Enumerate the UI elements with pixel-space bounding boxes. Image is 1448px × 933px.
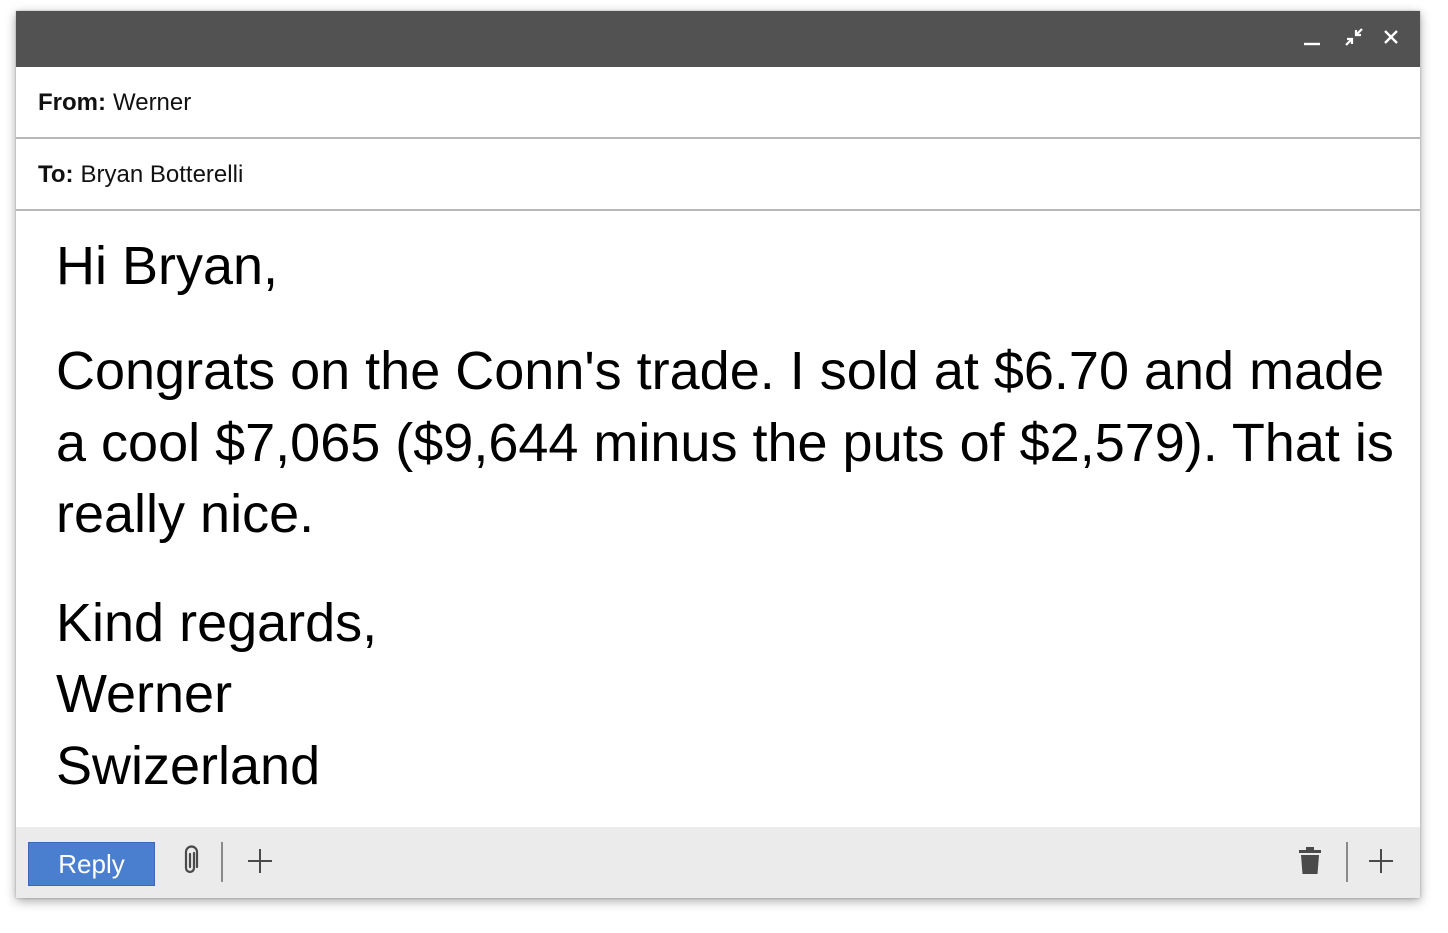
message-closing: Kind regards,	[56, 593, 378, 654]
close-icon	[1380, 26, 1402, 53]
message-greeting: Hi Bryan,	[56, 236, 279, 296]
to-value: Bryan Botterelli	[80, 161, 244, 188]
signature-name: Werner	[56, 664, 233, 725]
from-row: From: Werner	[16, 69, 1420, 139]
title-bar	[16, 11, 1420, 67]
compose-toolbar: Reply	[16, 827, 1420, 898]
to-row[interactable]: To: Bryan Botterelli	[16, 141, 1420, 211]
more-options-button[interactable]	[1363, 845, 1399, 881]
close-button[interactable]	[1377, 25, 1405, 53]
minimize-button[interactable]	[1298, 25, 1326, 53]
plus-icon	[246, 847, 274, 880]
message-body[interactable]: Hi Bryan, Congrats on the Conn's trade. …	[56, 231, 1396, 802]
to-label: To:	[38, 161, 74, 188]
reply-button[interactable]: Reply	[28, 842, 155, 886]
trash-icon	[1298, 846, 1322, 880]
paperclip-icon	[179, 844, 203, 882]
plus-icon	[1367, 847, 1395, 880]
minimize-icon	[1301, 26, 1323, 53]
from-label: From:	[38, 89, 106, 116]
signature-location: Swizerland	[56, 735, 321, 796]
collapse-arrows-icon	[1343, 26, 1365, 53]
toolbar-divider	[221, 842, 223, 882]
insert-more-button[interactable]	[242, 845, 278, 881]
from-value: Werner	[113, 89, 192, 116]
message-paragraph: Congrats on the Conn's trade. I sold at …	[56, 341, 1394, 544]
email-window: From: Werner To: Bryan Botterelli Hi Bry…	[16, 11, 1420, 898]
attach-button[interactable]	[173, 844, 209, 882]
toolbar-divider	[1346, 842, 1348, 882]
collapse-button[interactable]	[1340, 25, 1368, 53]
delete-button[interactable]	[1292, 845, 1328, 881]
